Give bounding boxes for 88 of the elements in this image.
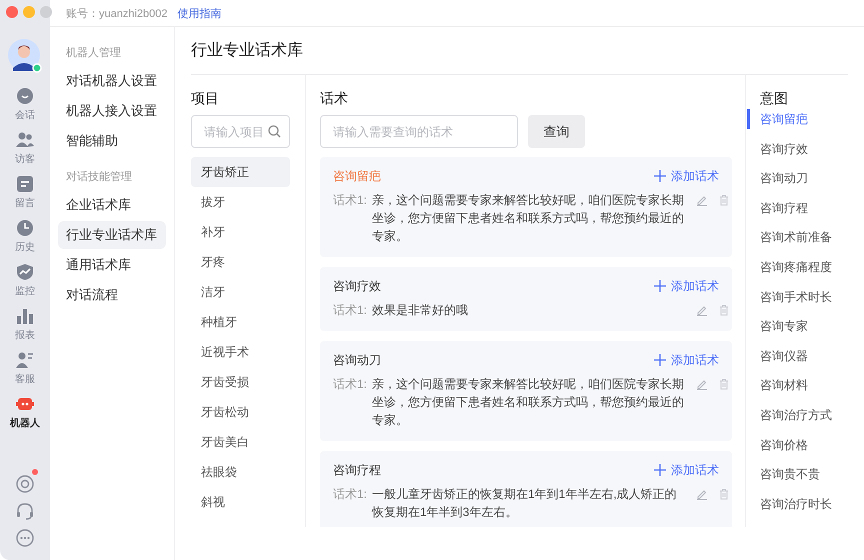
script-text: 一般儿童牙齿矫正的恢复期在1年到1年半左右,成人矫正的恢复期在1年半到3年左右。: [372, 486, 678, 521]
intent-item[interactable]: 咨询留疤: [747, 109, 848, 129]
search-icon: [268, 125, 281, 138]
note-icon: [16, 174, 34, 192]
column-heading: 意图: [760, 89, 789, 108]
chat-bubble-icon: [16, 86, 34, 104]
column-heading: 项目: [191, 89, 220, 108]
intent-item[interactable]: 咨询疗效: [747, 138, 848, 159]
add-script-link[interactable]: 添加话术: [654, 352, 719, 368]
project-item[interactable]: 牙齿受损: [191, 367, 290, 397]
column-heading: 话术: [320, 89, 349, 108]
intent-item[interactable]: 咨询材料: [747, 375, 848, 396]
person-list-icon: [16, 350, 34, 368]
project-item[interactable]: 牙齿美白: [191, 427, 290, 457]
intent-item[interactable]: 咨询价格: [747, 434, 848, 455]
plus-icon: [654, 170, 666, 182]
guide-link[interactable]: 使用指南: [178, 6, 222, 20]
minimize-button[interactable]: [23, 6, 35, 18]
close-button[interactable]: [6, 6, 18, 18]
shield-icon: [16, 262, 34, 280]
delete-icon[interactable]: [718, 378, 730, 390]
script-text: 效果是非常好的哦: [372, 302, 469, 319]
more-icon[interactable]: [15, 528, 35, 548]
intent-item[interactable]: 咨询疼痛程度: [747, 256, 848, 277]
page-title: 行业专业话术库: [191, 40, 303, 61]
nav-item[interactable]: 智能辅助: [58, 127, 166, 155]
project-item[interactable]: 牙疼: [191, 247, 290, 277]
add-script-link[interactable]: 添加话术: [654, 168, 719, 184]
intent-item[interactable]: 咨询专家: [747, 316, 848, 336]
edit-icon[interactable]: [696, 488, 708, 500]
nav-item[interactable]: 企业话术库: [58, 191, 166, 219]
people-icon: [16, 130, 34, 148]
delete-icon[interactable]: [718, 488, 730, 500]
intent-item[interactable]: 咨询动刀: [747, 168, 848, 188]
intent-title: 咨询疗程: [333, 462, 381, 478]
search-field[interactable]: 请输入需要查询的话术: [320, 115, 518, 148]
project-item[interactable]: 斜视: [191, 487, 290, 517]
intent-item[interactable]: 咨询贵不贵: [747, 464, 848, 484]
nav-item[interactable]: 对话机器人设置: [58, 67, 166, 95]
project-item[interactable]: 种植牙: [191, 307, 290, 337]
search-field[interactable]: 请输入项目: [191, 115, 290, 148]
intent-item[interactable]: 咨询仪器: [747, 346, 848, 366]
intent-item[interactable]: 咨询治疗方式: [747, 404, 848, 425]
rail-item[interactable]: 机器人: [10, 390, 40, 434]
intent-item[interactable]: 咨询术前准备: [747, 227, 848, 248]
project-item[interactable]: 洁牙: [191, 277, 290, 307]
plus-icon: [654, 280, 666, 292]
plus-icon: [654, 354, 666, 366]
project-item[interactable]: 拔牙: [191, 187, 290, 217]
query-button[interactable]: 查询: [528, 115, 585, 148]
edit-icon[interactable]: [696, 304, 708, 316]
project-item[interactable]: 祛眼袋: [191, 457, 290, 487]
intent-title: 咨询留疤: [333, 168, 381, 184]
project-item[interactable]: 补牙: [191, 217, 290, 247]
script-label: 话术1:: [333, 192, 368, 209]
nav-item[interactable]: 通用话术库: [58, 251, 166, 279]
script-label: 话术1:: [333, 486, 368, 503]
script-text: 亲，这个问题需要专家来解答比较好呢，咱们医院专家长期坐诊，您方便留下患者姓名和联系方式吗，帮您预约最近的专家。: [372, 192, 685, 245]
nav-section-heading: 机器人管理: [65, 46, 122, 61]
nav-item[interactable]: 机器人接入设置: [58, 97, 166, 125]
nav-item[interactable]: 对话流程: [58, 281, 166, 309]
delete-icon[interactable]: [718, 194, 730, 206]
script-text: 亲，这个问题需要专家来解答比较好呢，咱们医院专家长期坐诊，您方便留下患者姓名和联系方式吗，帮您预约最近的专家。: [372, 376, 685, 429]
delete-icon[interactable]: [718, 304, 730, 316]
zoom-button[interactable]: [40, 6, 52, 18]
script-label: 话术1:: [333, 376, 368, 393]
project-item[interactable]: 牙齿矫正: [191, 157, 290, 187]
plus-icon: [654, 464, 666, 476]
clock-icon: [16, 218, 34, 236]
intent-item[interactable]: 咨询手术时长: [747, 286, 848, 307]
headset-icon[interactable]: [15, 501, 35, 521]
avatar-icon[interactable]: [7, 38, 43, 74]
add-script-link[interactable]: 添加话术: [654, 462, 719, 478]
intent-item[interactable]: 咨询疗程: [747, 198, 848, 218]
edit-icon[interactable]: [696, 378, 708, 390]
add-script-link[interactable]: 添加话术: [654, 278, 719, 294]
account-label: 账号：yuanzhi2b002: [66, 6, 168, 20]
intent-item[interactable]: 咨询治疗时长: [747, 494, 848, 514]
project-item[interactable]: 近视手术: [191, 337, 290, 367]
intent-title: 咨询疗效: [333, 278, 381, 294]
nav-item[interactable]: 行业专业话术库: [58, 221, 166, 249]
nav-section-heading: 对话技能管理: [65, 170, 133, 185]
edit-icon[interactable]: [696, 194, 708, 206]
bar-chart-icon: [16, 306, 34, 324]
project-item[interactable]: 牙齿松动: [191, 397, 290, 427]
intent-title: 咨询动刀: [333, 352, 381, 368]
target-icon[interactable]: [15, 474, 35, 494]
script-label: 话术1:: [333, 302, 368, 319]
